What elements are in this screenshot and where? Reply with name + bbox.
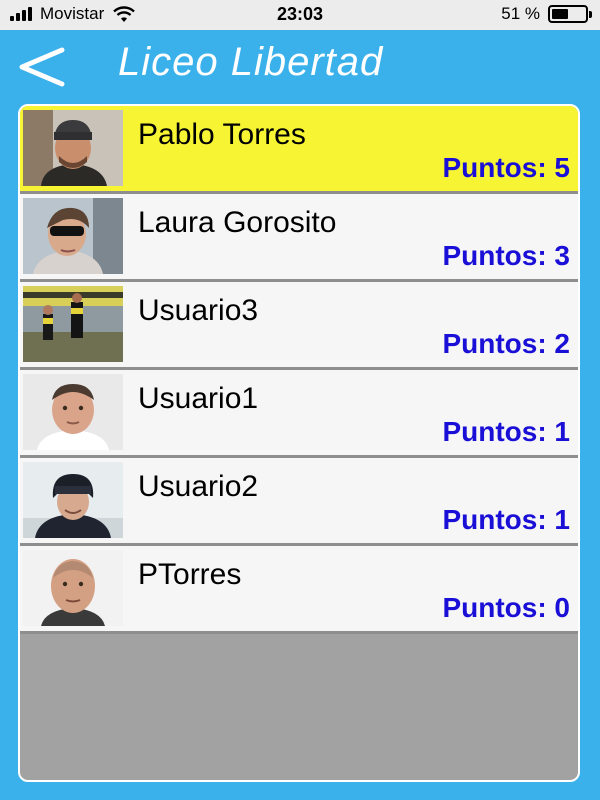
page-title: Liceo Libertad (118, 40, 384, 84)
avatar (23, 374, 123, 450)
avatar (23, 462, 123, 538)
student-points: Puntos: 1 (442, 416, 570, 447)
nav-bar: Liceo Libertad (0, 30, 600, 102)
student-name: Usuario3 (138, 294, 259, 327)
student-row[interactable]: Usuario1 Puntos: 1 (20, 370, 578, 458)
student-row[interactable]: Usuario3 Puntos: 2 (20, 282, 578, 370)
student-row[interactable]: Laura Gorosito Puntos: 3 (20, 194, 578, 282)
student-row[interactable]: Usuario2 Puntos: 1 (20, 458, 578, 546)
back-button[interactable] (14, 34, 70, 94)
student-points: Puntos: 1 (442, 504, 570, 535)
battery-icon (548, 5, 592, 23)
battery-nub (589, 11, 592, 18)
status-bar: Movistar 23:03 51 % (0, 0, 600, 30)
avatar (23, 550, 123, 626)
student-row[interactable]: PTorres Puntos: 0 (20, 546, 578, 634)
student-points: Puntos: 0 (442, 592, 570, 623)
avatar (23, 110, 123, 186)
chevron-left-icon (19, 47, 65, 87)
student-name: PTorres (138, 558, 242, 591)
avatar (23, 286, 123, 362)
student-name: Pablo Torres (138, 118, 306, 151)
battery-percent: 51 % (501, 4, 540, 23)
battery-fill (552, 9, 568, 19)
student-points: Puntos: 3 (442, 240, 570, 271)
avatar (23, 198, 123, 274)
student-row[interactable]: Pablo Torres Puntos: 5 (20, 106, 578, 194)
student-points: Puntos: 2 (442, 328, 570, 359)
status-right: 51 % (501, 4, 592, 24)
student-list[interactable]: Pablo Torres Puntos: 5 Laura Gorosito Pu… (18, 104, 580, 782)
student-name: Usuario2 (138, 470, 259, 503)
student-points: Puntos: 5 (442, 152, 570, 183)
student-name: Usuario1 (138, 382, 259, 415)
student-name: Laura Gorosito (138, 206, 337, 239)
